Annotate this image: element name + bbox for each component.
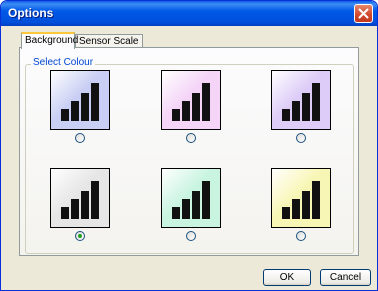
signal-bars-icon bbox=[172, 181, 210, 219]
ok-button[interactable]: OK bbox=[263, 269, 311, 286]
colour-swatch-3[interactable] bbox=[271, 70, 331, 130]
signal-bar-4 bbox=[202, 181, 210, 219]
close-button[interactable] bbox=[354, 4, 373, 23]
tab-sensor-scale[interactable]: Sensor Scale bbox=[75, 34, 143, 48]
title-bar[interactable]: Options bbox=[1, 1, 377, 26]
signal-bar-1 bbox=[61, 109, 69, 121]
signal-bars-icon bbox=[172, 83, 210, 121]
signal-bars-icon bbox=[282, 181, 320, 219]
signal-bars-icon bbox=[282, 83, 320, 121]
signal-bar-2 bbox=[182, 199, 190, 219]
signal-bar-1 bbox=[172, 109, 180, 121]
signal-bar-3 bbox=[192, 191, 200, 219]
tab-background[interactable]: Background bbox=[21, 32, 78, 49]
colour-radio-6[interactable] bbox=[296, 231, 306, 241]
signal-bar-4 bbox=[312, 181, 320, 219]
options-dialog: Options Background Sensor Scale Select C… bbox=[0, 0, 378, 291]
signal-bar-1 bbox=[61, 207, 69, 219]
signal-bar-4 bbox=[91, 181, 99, 219]
signal-bar-3 bbox=[302, 93, 310, 121]
signal-bar-2 bbox=[292, 199, 300, 219]
signal-bar-2 bbox=[71, 101, 79, 121]
tab-panel-background: Select Colour bbox=[19, 47, 359, 256]
signal-bar-2 bbox=[182, 101, 190, 121]
signal-bar-4 bbox=[91, 83, 99, 121]
close-icon bbox=[358, 8, 369, 19]
window-title: Options bbox=[8, 6, 54, 20]
signal-bar-4 bbox=[202, 83, 210, 121]
signal-bar-3 bbox=[81, 191, 89, 219]
colour-swatch-4[interactable] bbox=[50, 168, 110, 228]
signal-bar-1 bbox=[282, 109, 290, 121]
colour-radio-1[interactable] bbox=[75, 133, 85, 143]
signal-bars-icon bbox=[61, 83, 99, 121]
signal-bars-icon bbox=[61, 181, 99, 219]
colour-swatch-1[interactable] bbox=[50, 70, 110, 130]
signal-bar-2 bbox=[71, 199, 79, 219]
colour-swatch-5[interactable] bbox=[161, 168, 221, 228]
colour-radio-4[interactable] bbox=[75, 231, 85, 241]
colour-radio-2[interactable] bbox=[186, 133, 196, 143]
signal-bar-1 bbox=[172, 207, 180, 219]
signal-bar-4 bbox=[312, 83, 320, 121]
colour-radio-5[interactable] bbox=[186, 231, 196, 241]
cancel-button[interactable]: Cancel bbox=[320, 269, 371, 286]
group-label: Select Colour bbox=[31, 57, 96, 68]
signal-bar-1 bbox=[282, 207, 290, 219]
signal-bar-3 bbox=[81, 93, 89, 121]
signal-bar-3 bbox=[302, 191, 310, 219]
signal-bar-3 bbox=[192, 93, 200, 121]
signal-bar-2 bbox=[292, 101, 300, 121]
colour-swatch-2[interactable] bbox=[161, 70, 221, 130]
colour-radio-3[interactable] bbox=[296, 133, 306, 143]
colour-swatch-6[interactable] bbox=[271, 168, 331, 228]
